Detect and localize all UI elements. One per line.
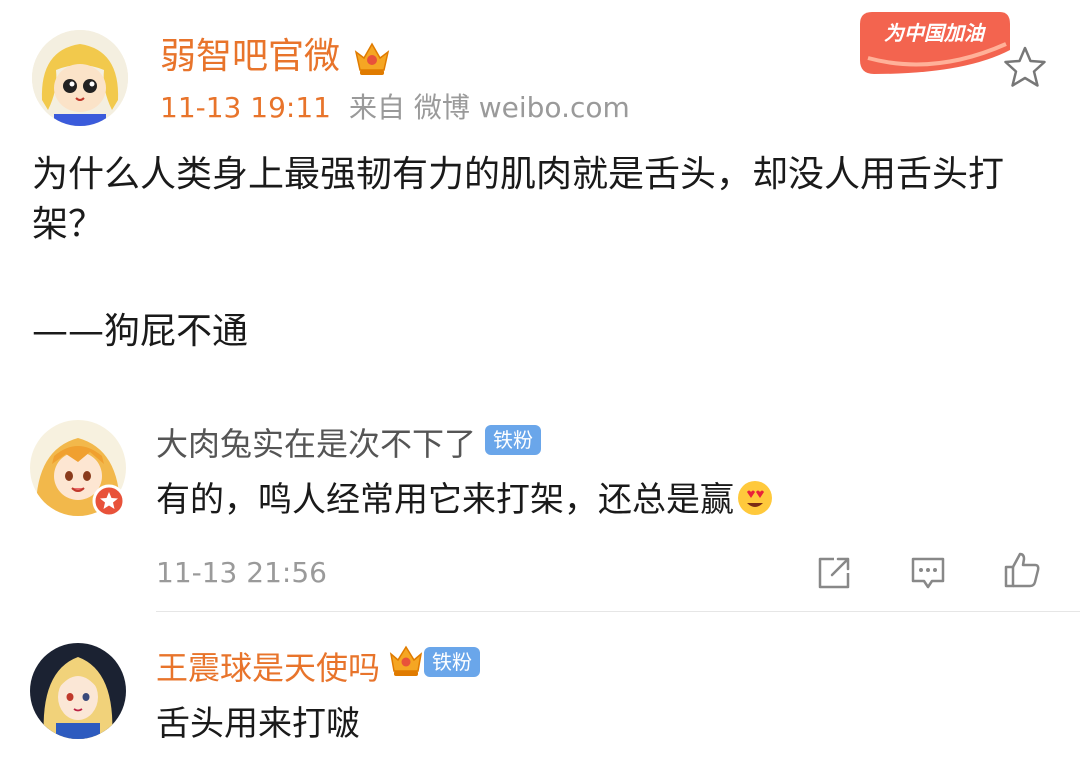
comment-avatar[interactable] bbox=[30, 643, 126, 739]
post-meta: 11-13 19:11 来自 微博 weibo.com bbox=[160, 88, 630, 128]
post-signature: ——狗屁不通 bbox=[32, 311, 249, 352]
badge-label: 为中国加油 bbox=[884, 21, 987, 45]
verified-badge-icon bbox=[92, 484, 126, 518]
comment-text: 有的，鸣人经常用它来打架，还总是赢 bbox=[156, 476, 774, 524]
share-icon[interactable] bbox=[814, 553, 854, 593]
comment-time: 11-13 21:56 bbox=[156, 556, 327, 589]
comment-divider bbox=[156, 611, 1080, 612]
fan-tag: 铁粉 bbox=[424, 647, 480, 677]
comment-author-name[interactable]: 王震球是天使吗 bbox=[156, 646, 380, 690]
post-author-avatar[interactable] bbox=[32, 30, 128, 126]
comment-icon[interactable] bbox=[908, 553, 948, 593]
post-time: 11-13 19:11 bbox=[160, 91, 331, 124]
comment-text: 舌头用来打啵 bbox=[156, 704, 360, 744]
vip-crown-icon bbox=[388, 642, 424, 678]
favorite-star-icon[interactable] bbox=[1000, 42, 1050, 92]
fan-tag: 铁粉 bbox=[485, 425, 541, 455]
like-thumb-icon[interactable] bbox=[1002, 550, 1042, 590]
comment-text-content: 有的，鸣人经常用它来打架，还总是赢 bbox=[156, 480, 734, 520]
post-content: 为什么人类身上最强韧有力的肌肉就是舌头，却没人用舌头打架？ bbox=[32, 154, 1005, 245]
vip-crown-icon bbox=[352, 38, 392, 78]
post-author-name[interactable]: 弱智吧官微 bbox=[160, 33, 340, 81]
heart-eyes-emoji-icon bbox=[736, 479, 774, 517]
china-cheer-badge: 为中国加油 bbox=[854, 4, 1014, 80]
post-source: 来自 微博 weibo.com bbox=[348, 91, 630, 124]
comment-author-name[interactable]: 大肉兔实在是次不下了 bbox=[156, 422, 476, 466]
